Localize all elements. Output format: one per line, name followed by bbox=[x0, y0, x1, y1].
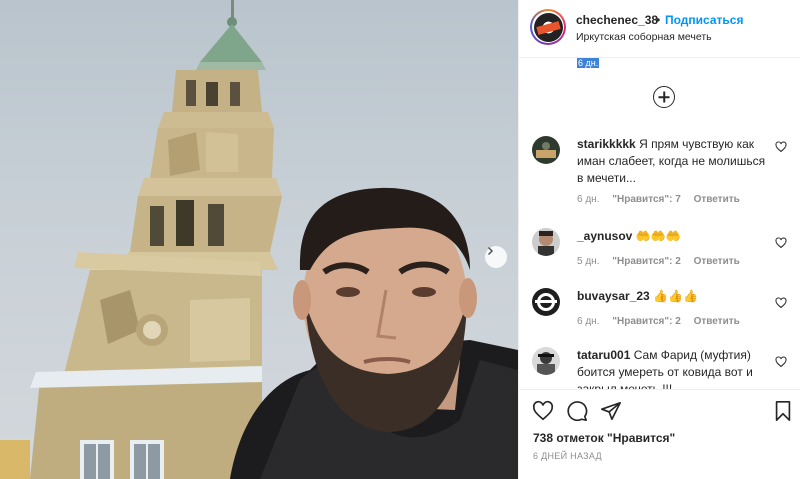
comment-icon[interactable] bbox=[566, 400, 588, 422]
heart-icon[interactable] bbox=[775, 355, 787, 368]
heart-icon[interactable] bbox=[775, 296, 787, 309]
share-icon[interactable] bbox=[600, 400, 622, 422]
caption-timestamp: 6 дн. bbox=[577, 58, 600, 68]
heart-icon[interactable] bbox=[775, 140, 787, 153]
comment-text: 🤲🤲🤲 bbox=[635, 229, 681, 243]
comment-username[interactable]: starikkkkk bbox=[577, 137, 636, 151]
post-date[interactable]: 6 ДНЕЙ НАЗАД bbox=[533, 451, 602, 461]
comment-username[interactable]: buvaysar_23 bbox=[577, 289, 650, 303]
avatar[interactable] bbox=[532, 136, 560, 164]
comment-meta: 6 дн. "Нравится": 2 Ответить bbox=[577, 316, 750, 327]
comment-meta: 6 дн. "Нравится": 7 Ответить bbox=[577, 194, 750, 205]
mosque-selfie-image bbox=[0, 0, 518, 479]
heart-icon[interactable] bbox=[775, 236, 787, 249]
post-photo bbox=[0, 0, 518, 479]
bookmark-icon[interactable] bbox=[772, 400, 794, 422]
follow-button[interactable]: Подписаться bbox=[665, 13, 743, 27]
separator-dot: • bbox=[656, 13, 661, 27]
comment-likes[interactable]: "Нравится": 2 bbox=[612, 256, 681, 267]
post-location[interactable]: Иркутская соборная мечеть bbox=[576, 31, 712, 43]
avatar[interactable] bbox=[532, 347, 560, 375]
comment-likes[interactable]: "Нравится": 2 bbox=[612, 316, 681, 327]
comment-username[interactable]: _aynusov bbox=[577, 229, 632, 243]
heart-icon[interactable] bbox=[532, 400, 554, 422]
avatar[interactable] bbox=[530, 9, 566, 45]
comment-username[interactable]: tataru001 bbox=[577, 348, 630, 362]
post-side-panel: chechenec_38 • Подписаться Иркутская соб… bbox=[518, 0, 800, 479]
next-photo-button[interactable] bbox=[485, 246, 507, 268]
reply-button[interactable]: Ответить bbox=[694, 256, 740, 267]
comment-likes[interactable]: "Нравится": 7 bbox=[612, 194, 681, 205]
avatar[interactable] bbox=[532, 228, 560, 256]
comment-time: 6 дн. bbox=[577, 194, 600, 205]
comment-text: 👍👍👍 bbox=[653, 289, 698, 303]
comment-time: 6 дн. bbox=[577, 316, 600, 327]
likes-count[interactable]: 738 отметок "Нравится" bbox=[533, 431, 675, 445]
load-more-comments-button[interactable] bbox=[653, 86, 675, 108]
post-actions-bar: 738 отметок "Нравится" 6 ДНЕЙ НАЗАД bbox=[519, 389, 800, 479]
avatar[interactable] bbox=[532, 288, 560, 316]
reply-button[interactable]: Ответить bbox=[694, 316, 740, 327]
comment-meta: 5 дн. "Нравится": 2 Ответить bbox=[577, 256, 750, 267]
reply-button[interactable]: Ответить bbox=[694, 194, 740, 205]
comment-time: 5 дн. bbox=[577, 256, 600, 267]
post-header: chechenec_38 • Подписаться Иркутская соб… bbox=[519, 0, 800, 58]
avatar-image bbox=[533, 12, 563, 42]
author-username[interactable]: chechenec_38 bbox=[576, 13, 658, 27]
